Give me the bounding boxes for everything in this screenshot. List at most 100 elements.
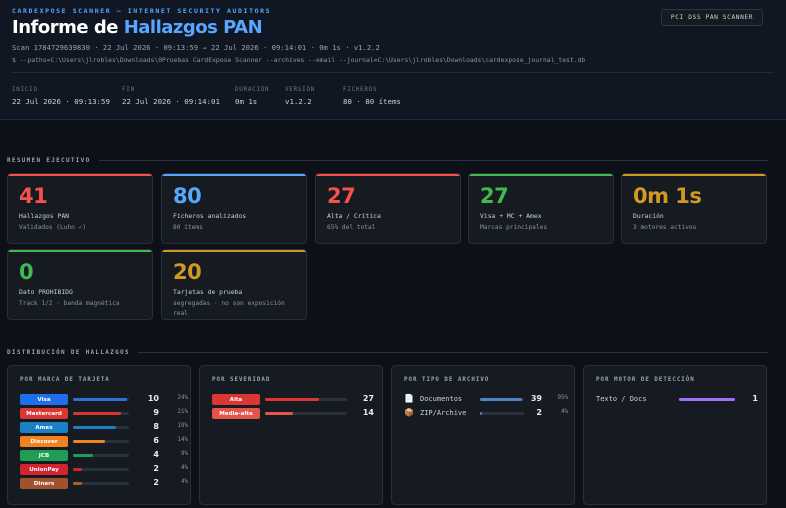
meta-value: 0m 1s [235,97,258,106]
kpi-label: Hallazgos PAN [19,212,70,220]
brand-count: 10 [147,394,159,403]
brand-row: Diners 2 4% [20,478,188,490]
brand-pct: 4% [181,479,188,485]
bar-track [480,398,524,401]
filetype-row: 📄 Documentos 39 95% [404,394,568,406]
brand-row: Mastercard 9 21% [20,408,188,420]
bar-fill [480,412,482,415]
brand-chip: JCB [20,450,68,461]
filetype-row: 📦 ZIP/Archive 2 4% [404,408,568,420]
brand-count: 9 [153,408,159,417]
document-icon: 📄 [404,394,414,403]
panel-title: POR SEVERIDAD [212,377,271,383]
archive-icon: 📦 [404,408,414,417]
engine-row: Texto / Docs 1 [596,394,758,406]
brand-pct: 4% [181,465,188,471]
panel-title: POR TIPO DE ARCHIVO [404,377,490,383]
kpi-value: 27 [327,184,356,208]
filetype-count: 2 [536,408,542,417]
meta-duracion: DURACIÓN 0m 1s [235,87,269,106]
panel-by-severity: POR SEVERIDAD Alta 27 Media-alta 14 [199,365,383,505]
brand-count: 4 [153,450,159,459]
card-accent-bar [316,174,460,176]
severity-chip: Alta [212,394,260,405]
brand-row: Amex 8 19% [20,422,188,434]
filetype-label: ZIP/Archive [420,409,467,417]
meta-key: FICHEROS [343,87,378,93]
bar-fill [265,398,320,401]
severity-count: 27 [362,394,374,403]
card-accent-bar [162,250,306,252]
bar-fill [73,468,83,471]
bar-track [265,398,347,401]
kpi-label: Alta / Crítica [327,212,381,220]
pci-badge: PCI DSS PAN SCANNER [661,9,763,26]
panel-by-brand: POR MARCA DE TARJETA Visa 10 24% Mastercard… [7,365,191,505]
bar-fill [73,454,94,457]
bar-fill [73,412,121,415]
bar-track [480,412,524,415]
meta-value: v1.2.2 [285,97,312,106]
brand-count: 2 [153,464,159,473]
section-distribution: DISTRIBUCIÓN DE HALLAZGOS [7,349,768,356]
bar-track [73,398,129,401]
engine-count: 1 [752,394,758,403]
kpi-value: 0m 1s [633,184,702,208]
bar-track [73,426,129,429]
brand-chip: Mastercard [20,408,68,419]
brand-row: Visa 10 24% [20,394,188,406]
kpi-label: Visa + MC + Amex [480,212,542,220]
brand-pct: 24% [177,395,188,401]
kpi-marcas: 27 Visa + MC + Amex Marcas principales [468,173,614,244]
bar-track [679,398,735,401]
filetype-label: Documentos [420,395,463,403]
kpi-value: 80 [173,184,202,208]
meta-key: DURACIÓN [235,87,270,93]
panel-by-engine: POR MOTOR DE DETECCIÓN Texto / Docs 1 [583,365,767,505]
kpi-sub: Validados (Luhn ✓) [19,224,87,231]
bar-fill [73,482,83,485]
meta-value: 22 Jul 2026 · 09:13:59 [12,97,110,106]
bar-fill [73,440,105,443]
brand-count: 6 [153,436,159,445]
meta-key: INICIO [12,87,38,93]
kpi-value: 27 [480,184,509,208]
kpi-prohibido: 0 Dato PROHIBIDO Track 1/2 · banda magnéti… [7,249,153,320]
kpi-alta-critica: 27 Alta / Crítica 65% del total [315,173,461,244]
meta-key: VERSIÓN [285,87,316,93]
engine-label: Texto / Docs [596,395,647,403]
bar-track [73,440,129,443]
filetype-pct: 4% [561,409,568,415]
kpi-sub: 65% del total [327,224,376,231]
meta-value: 80 · 80 ítems [343,97,401,106]
kpi-label: Ficheros analizados [173,212,247,220]
filetype-count: 39 [530,394,542,403]
card-accent-bar [162,174,306,176]
bar-track [73,482,129,485]
kpi-test-cards: 20 Tarjetas de prueba segregadas · no son … [161,249,307,320]
header-divider [12,72,774,73]
card-accent-bar [622,174,766,176]
section-summary-label: RESUMEN EJECUTIVO [7,157,91,164]
severity-row: Media-alta 14 [212,408,374,420]
bar-fill [679,398,735,401]
severity-row: Alta 27 [212,394,374,406]
meta-inicio: INICIO 22 Jul 2026 · 09:13:59 [12,87,110,106]
bar-track [265,412,347,415]
brand-count: 8 [153,422,159,431]
command-line: $ --paths=C:\Users\jlrobles\Downloads\0P… [12,56,586,64]
meta-value: 22 Jul 2026 · 09:14:01 [122,97,220,106]
kpi-value: 20 [173,260,202,284]
kpi-ficheros: 80 Ficheros analizados 80 ítems [161,173,307,244]
title-prefix: Informe de [12,17,124,38]
brand-pct: 14% [177,437,188,443]
brand-pct: 19% [177,423,188,429]
meta-ficheros: FICHEROS 80 · 80 ítems [343,87,401,106]
bar-track [73,468,129,471]
kpi-sub: segregadas · no son exposición real [173,300,285,317]
panel-title: POR MARCA DE TARJETA [20,377,110,383]
filetype-pct: 95% [557,395,568,401]
brand-line: CARDEXPOSE SCANNER — INTERNET SECURITY A… [12,7,272,15]
report-header: CARDEXPOSE SCANNER — INTERNET SECURITY A… [0,0,786,120]
meta-key: FIN [122,87,135,93]
